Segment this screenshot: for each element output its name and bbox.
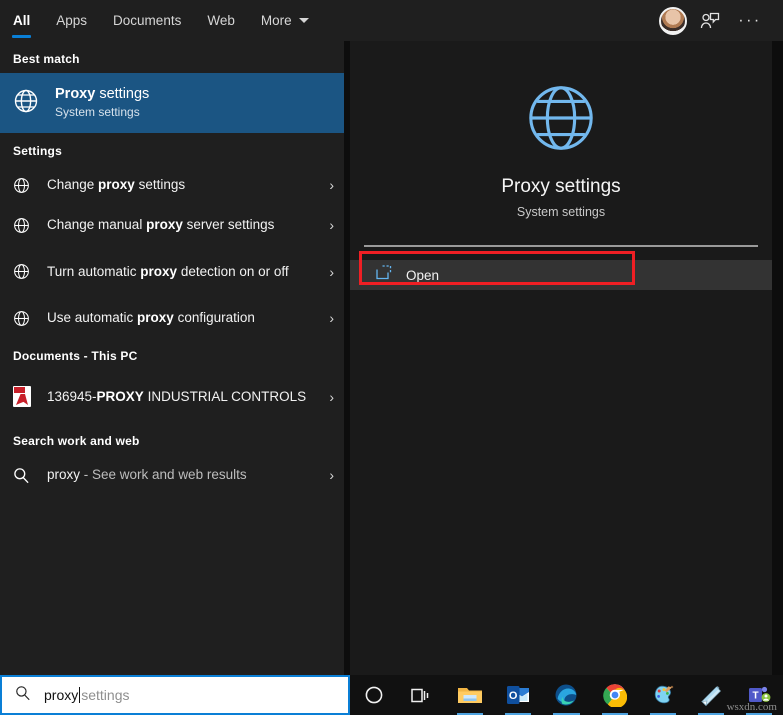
result-document-136945-proxy-industrial-controls[interactable]: 136945-PROXY INDUSTRIAL CONTROLS ›	[0, 370, 344, 423]
result-label: Change manual proxy server settings	[47, 216, 316, 234]
result-label-pre: Change manual	[47, 217, 147, 232]
chevron-right-icon[interactable]: ›	[316, 264, 334, 280]
task-view-icon[interactable]	[398, 675, 446, 715]
result-label: Turn automatic proxy detection on or off	[47, 263, 316, 281]
result-web-search-proxy[interactable]: proxy - See work and web results ›	[0, 455, 344, 495]
tab-apps-label: Apps	[56, 13, 88, 28]
cortana-icon[interactable]	[350, 675, 398, 715]
chevron-right-icon[interactable]: ›	[316, 177, 334, 193]
result-turn-automatic-proxy-detection[interactable]: Turn automatic proxy detection on or off…	[0, 245, 344, 298]
best-match-title: Proxy settings	[55, 85, 149, 104]
ellipsis-icon[interactable]: ···	[733, 4, 767, 38]
svg-text:T: T	[752, 691, 758, 702]
result-label: Use automatic proxy configuration	[47, 309, 316, 327]
preview-hero: Proxy settings System settings	[350, 41, 772, 219]
search-header: All Apps Documents Web More ···	[0, 0, 783, 41]
preview-title: Proxy settings	[501, 176, 621, 197]
settings-heading: Settings	[13, 144, 62, 158]
chevron-right-icon[interactable]: ›	[316, 467, 334, 483]
outlook-icon[interactable]: O	[494, 675, 542, 715]
result-label-bold: proxy	[140, 263, 178, 279]
chevron-right-icon[interactable]: ›	[316, 389, 334, 405]
chevron-right-icon[interactable]: ›	[316, 310, 334, 326]
tab-all[interactable]: All	[0, 0, 43, 41]
chevron-right-icon[interactable]: ›	[316, 217, 334, 233]
best-match-title-rest: settings	[95, 86, 150, 102]
search-input[interactable]: proxy settings	[0, 675, 350, 715]
tab-apps[interactable]: Apps	[43, 0, 100, 41]
result-label-bold: proxy	[98, 177, 135, 192]
tab-more-label: More	[260, 13, 292, 28]
results-list[interactable]: Best match Proxy settings System setting…	[0, 41, 344, 675]
result-label-post: configuration	[173, 310, 255, 325]
best-match-title-bold: Proxy	[55, 86, 96, 102]
avatar[interactable]	[659, 6, 687, 35]
globe-icon	[13, 217, 43, 234]
result-label: 136945-PROXY INDUSTRIAL CONTROLS	[47, 388, 316, 406]
open-button-label: Open	[406, 267, 440, 283]
result-label-post: detection on or off	[177, 263, 289, 279]
open-external-icon	[376, 265, 392, 285]
search-typed-text: proxy	[44, 687, 79, 703]
tab-web[interactable]: Web	[194, 0, 248, 41]
globe-icon	[13, 263, 43, 280]
result-label: Change proxy settings	[47, 176, 316, 194]
panel-right-edge	[772, 41, 783, 675]
chevron-down-icon	[298, 18, 309, 23]
header-actions: ···	[659, 4, 783, 38]
teams-icon[interactable]: T	[735, 675, 783, 715]
tab-web-label: Web	[207, 13, 235, 28]
best-match-heading: Best match	[13, 52, 80, 66]
result-change-manual-proxy-server-settings[interactable]: Change manual proxy server settings ›	[0, 205, 344, 245]
result-label-pre: 136945-	[47, 388, 97, 404]
result-label-post: INDUSTRIAL CONTROLS	[143, 388, 307, 404]
preview-panel: Proxy settings System settings Open	[350, 41, 772, 675]
web-search-suffix: - See work and web results	[80, 467, 247, 482]
search-icon	[13, 467, 43, 484]
svg-text:O: O	[509, 690, 518, 702]
result-label-pre: Change	[47, 177, 99, 192]
pdf-file-icon	[13, 386, 43, 407]
paint-icon[interactable]	[639, 675, 687, 715]
result-change-proxy-settings[interactable]: Change proxy settings ›	[0, 165, 344, 205]
tab-all-label: All	[13, 13, 31, 28]
chrome-icon[interactable]	[591, 675, 639, 715]
search-suggestion-text: settings	[81, 687, 130, 703]
globe-icon	[13, 310, 43, 327]
text-cursor	[79, 687, 81, 703]
globe-icon	[13, 177, 43, 194]
preview-separator	[364, 245, 758, 247]
search-input-text: proxy settings	[44, 687, 129, 703]
result-use-automatic-proxy-configuration[interactable]: Use automatic proxy configuration ›	[0, 298, 344, 338]
sticky-notes-icon[interactable]	[687, 675, 735, 715]
globe-icon	[524, 81, 598, 160]
tab-documents-label: Documents	[113, 13, 182, 28]
tab-active-underline	[12, 35, 32, 38]
taskbar: O T	[350, 675, 783, 715]
best-match-subtitle: System settings	[55, 105, 140, 119]
search-icon	[15, 685, 31, 706]
result-label-bold: proxy	[137, 310, 174, 325]
web-heading: Search work and web	[13, 434, 140, 448]
result-label-post: settings	[134, 177, 186, 192]
result-best-match-proxy-settings[interactable]: Proxy settings System settings	[0, 73, 344, 133]
result-label-post: server settings	[182, 217, 275, 232]
tab-more[interactable]: More	[248, 0, 322, 41]
result-label: proxy - See work and web results	[47, 466, 316, 484]
tab-documents[interactable]: Documents	[100, 0, 194, 41]
result-label-pre: Turn automatic	[47, 263, 141, 279]
windows-search-overlay: All Apps Documents Web More ··· Best mat…	[0, 0, 783, 715]
person-chat-icon[interactable]	[693, 4, 727, 38]
preview-subtitle: System settings	[516, 205, 606, 219]
open-button[interactable]: Open	[350, 260, 622, 290]
file-explorer-icon[interactable]	[446, 675, 494, 715]
documents-heading: Documents - This PC	[13, 349, 138, 363]
preview-actions: Open	[350, 260, 772, 290]
web-search-term: proxy	[47, 467, 81, 482]
result-label-bold: proxy	[146, 217, 183, 232]
result-label-bold: PROXY	[96, 388, 144, 404]
edge-icon[interactable]	[542, 675, 590, 715]
result-label-pre: Use automatic	[47, 310, 138, 325]
globe-icon	[13, 88, 55, 119]
